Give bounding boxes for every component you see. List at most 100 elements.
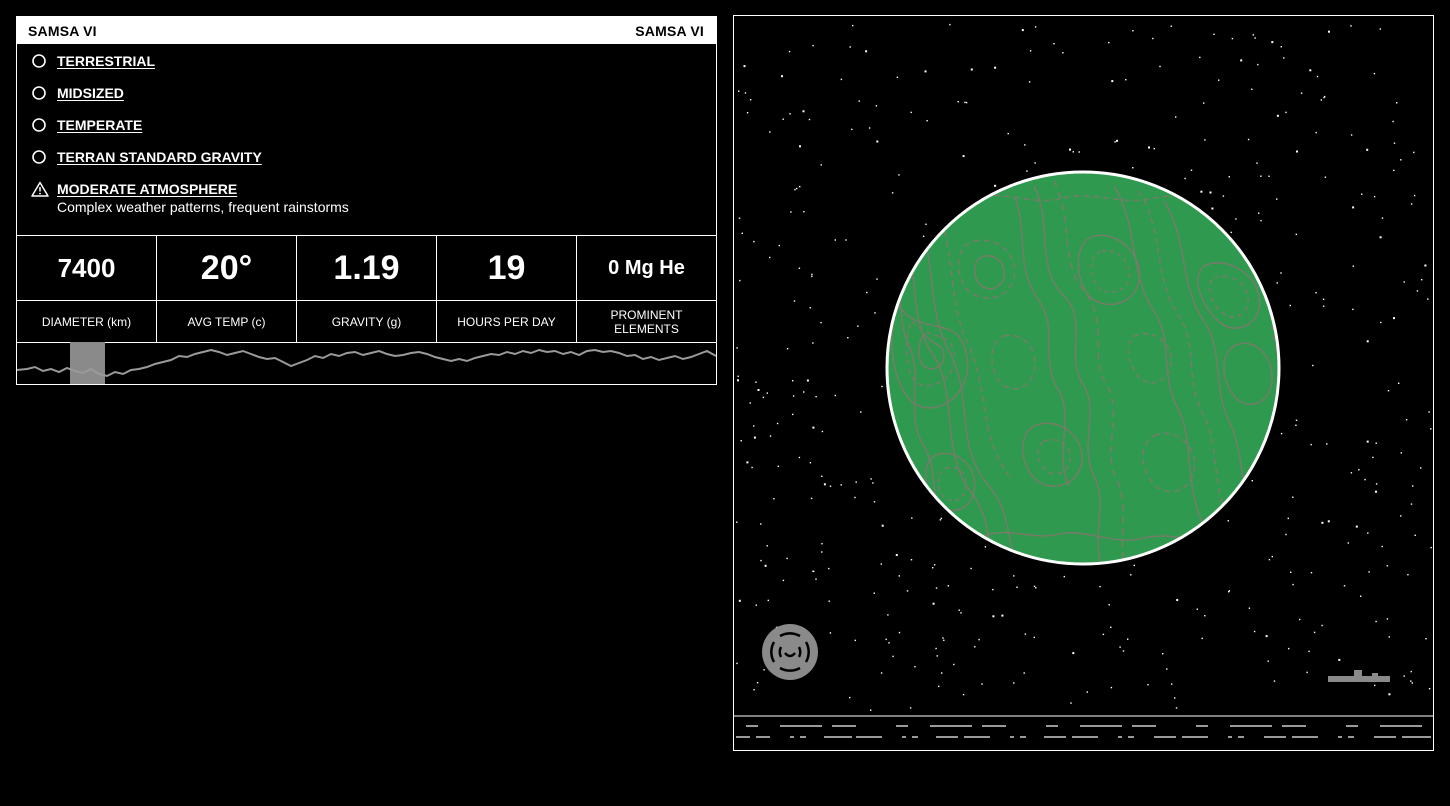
terrain-scrubber-handle[interactable]	[70, 342, 105, 384]
star	[1204, 615, 1206, 617]
star	[1204, 139, 1206, 141]
star	[1407, 574, 1409, 576]
star	[1153, 147, 1155, 150]
star	[1381, 545, 1383, 548]
star	[958, 609, 960, 611]
star	[1320, 99, 1322, 101]
star	[1171, 683, 1173, 685]
star	[1114, 141, 1116, 143]
star	[898, 575, 900, 577]
stat-gravity: 1.19 GRAVITY (g)	[297, 236, 437, 342]
star	[1366, 340, 1369, 343]
star	[1289, 304, 1291, 307]
star	[940, 517, 943, 520]
star	[1403, 675, 1405, 677]
star	[1251, 480, 1253, 482]
stat-label: DIAMETER (km)	[41, 314, 132, 329]
star	[1405, 419, 1408, 421]
star	[1110, 626, 1112, 628]
star	[736, 347, 738, 349]
star	[881, 524, 884, 527]
star	[1070, 702, 1072, 704]
star	[840, 78, 843, 81]
star	[829, 632, 832, 634]
star	[753, 240, 755, 243]
planet-name-left: SAMSA VI	[28, 22, 97, 39]
stat-value: 7400	[17, 236, 156, 301]
star	[922, 235, 925, 237]
star	[751, 466, 753, 469]
star	[1322, 298, 1325, 300]
star	[852, 24, 854, 27]
star	[857, 325, 859, 327]
star	[847, 337, 849, 339]
star	[798, 456, 801, 459]
star	[1427, 298, 1429, 300]
star	[1033, 585, 1036, 587]
star	[1034, 26, 1037, 28]
star	[1201, 637, 1203, 640]
star	[1235, 218, 1237, 220]
star	[1375, 490, 1377, 493]
star	[949, 23, 951, 26]
star	[806, 379, 809, 382]
star	[1069, 148, 1071, 151]
ship-icon[interactable]	[1328, 670, 1390, 682]
star	[776, 422, 779, 425]
trait-link-atmosphere[interactable]: MODERATE ATMOSPHERE	[57, 180, 349, 198]
star	[1310, 572, 1313, 574]
trait-link-midsized[interactable]: MIDSIZED	[57, 84, 124, 102]
star	[811, 275, 813, 278]
star	[1133, 564, 1135, 567]
planet-viewport[interactable]	[733, 15, 1434, 751]
star	[746, 461, 749, 464]
trait-item: MIDSIZED	[31, 84, 716, 116]
star	[938, 685, 940, 688]
trait-link-temperate[interactable]: TEMPERATE	[57, 116, 142, 134]
star	[1327, 520, 1330, 523]
star	[1374, 684, 1376, 687]
planet[interactable]	[884, 170, 1294, 576]
star	[746, 112, 749, 114]
star	[834, 394, 836, 397]
star	[1373, 195, 1376, 198]
star	[1428, 688, 1431, 690]
star	[906, 590, 909, 592]
trait-link-gravity[interactable]: TERRAN STANDARD GRAVITY	[57, 148, 262, 166]
radar-icon[interactable]	[762, 624, 818, 680]
star	[1200, 190, 1203, 193]
star	[1412, 485, 1414, 487]
star	[781, 75, 783, 78]
star	[737, 379, 739, 382]
star	[803, 211, 805, 213]
star	[891, 192, 894, 194]
star	[1361, 193, 1363, 195]
star	[766, 392, 768, 394]
star	[1388, 636, 1390, 638]
star	[872, 482, 874, 484]
star	[1292, 583, 1294, 586]
star	[970, 567, 972, 570]
star	[1411, 682, 1413, 684]
star	[933, 564, 936, 566]
star	[876, 140, 879, 143]
star	[741, 232, 743, 234]
star	[1034, 162, 1036, 164]
terrain-profile-strip[interactable]	[17, 342, 716, 384]
star	[828, 567, 830, 570]
star	[1360, 595, 1362, 597]
trait-link-terrestrial[interactable]: TERRESTRIAL	[57, 52, 155, 70]
star	[821, 551, 823, 553]
star	[1240, 59, 1243, 62]
star	[803, 391, 805, 393]
star	[1352, 265, 1354, 267]
star	[786, 348, 789, 350]
star	[1086, 691, 1088, 693]
star	[974, 646, 976, 648]
star	[865, 50, 868, 53]
stat-value: 19	[437, 236, 576, 301]
star	[1170, 25, 1172, 27]
star	[1053, 43, 1055, 45]
star	[1227, 520, 1229, 522]
star	[1228, 176, 1230, 178]
